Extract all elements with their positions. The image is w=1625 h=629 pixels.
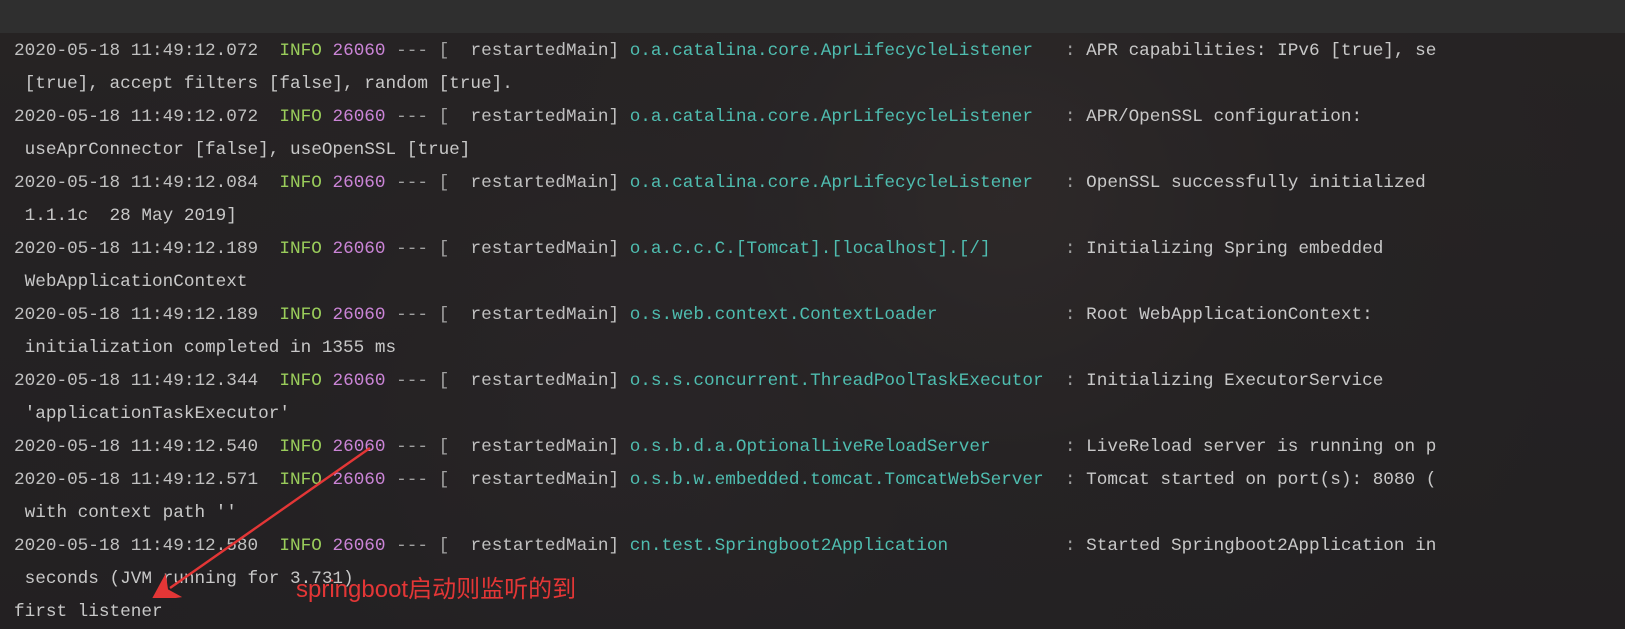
log-separator: --- [ <box>386 371 450 391</box>
log-logger: o.a.catalina.core.AprLifecycleListener <box>630 41 1065 61</box>
log-level: INFO <box>279 239 321 259</box>
log-separator: --- [ <box>386 437 450 457</box>
log-line-continuation: 1.1.1c 28 May 2019] <box>14 200 1625 233</box>
log-message: Initializing ExecutorService <box>1086 371 1383 391</box>
log-thread: restartedMain] <box>449 470 629 490</box>
log-level: INFO <box>279 41 321 61</box>
log-pid: 26060 <box>332 305 385 325</box>
log-timestamp: 2020-05-18 11:49:12.344 <box>14 371 258 391</box>
log-separator: --- [ <box>386 107 450 127</box>
log-pid: 26060 <box>332 239 385 259</box>
log-separator: --- [ <box>386 536 450 556</box>
log-message: OpenSSL successfully initialized <box>1086 173 1426 193</box>
log-logger: o.s.b.w.embedded.tomcat.TomcatWebServer <box>630 470 1065 490</box>
log-message: LiveReload server is running on p <box>1086 437 1436 457</box>
log-line-continuation: initialization completed in 1355 ms <box>14 332 1625 365</box>
log-timestamp: 2020-05-18 11:49:12.580 <box>14 536 258 556</box>
log-level: INFO <box>279 371 321 391</box>
log-line: 2020-05-18 11:49:12.540 INFO 26060 --- [… <box>14 431 1625 464</box>
log-timestamp: 2020-05-18 11:49:12.189 <box>14 239 258 259</box>
log-line-continuation: 'applicationTaskExecutor' <box>14 398 1625 431</box>
log-message: APR capabilities: IPv6 [true], se <box>1086 41 1436 61</box>
log-logger: o.s.web.context.ContextLoader <box>630 305 1065 325</box>
log-message: Root WebApplicationContext: <box>1086 305 1373 325</box>
log-separator: --- [ <box>386 41 450 61</box>
log-colon: : <box>1065 470 1086 490</box>
log-timestamp: 2020-05-18 11:49:12.072 <box>14 107 258 127</box>
log-thread: restartedMain] <box>449 41 629 61</box>
log-line-continuation: with context path '' <box>14 497 1625 530</box>
log-pid: 26060 <box>332 107 385 127</box>
log-thread: restartedMain] <box>449 107 629 127</box>
log-message: APR/OpenSSL configuration: <box>1086 107 1362 127</box>
log-line: 2020-05-18 11:49:12.580 INFO 26060 --- [… <box>14 530 1625 563</box>
log-line: 2020-05-18 11:49:12.344 INFO 26060 --- [… <box>14 365 1625 398</box>
log-logger: o.s.s.concurrent.ThreadPoolTaskExecutor <box>630 371 1065 391</box>
log-message: Initializing Spring embedded <box>1086 239 1383 259</box>
log-line-continuation: seconds (JVM running for 3.731) <box>14 563 1625 596</box>
log-level: INFO <box>279 437 321 457</box>
log-separator: --- [ <box>386 470 450 490</box>
log-pid: 26060 <box>332 536 385 556</box>
log-line: 2020-05-18 11:49:12.189 INFO 26060 --- [… <box>14 299 1625 332</box>
log-line: 2020-05-18 11:49:12.571 INFO 26060 --- [… <box>14 464 1625 497</box>
log-pid: 26060 <box>332 173 385 193</box>
log-line-continuation: useAprConnector [false], useOpenSSL [tru… <box>14 134 1625 167</box>
log-message: Tomcat started on port(s): 8080 ( <box>1086 470 1436 490</box>
log-colon: : <box>1065 371 1086 391</box>
annotation-text: springboot启动则监听的到 <box>296 573 576 606</box>
log-line: 2020-05-18 11:49:12.189 INFO 26060 --- [… <box>14 233 1625 266</box>
log-thread: restartedMain] <box>449 239 629 259</box>
log-logger: cn.test.Springboot2Application <box>630 536 1065 556</box>
log-thread: restartedMain] <box>449 437 629 457</box>
log-logger: o.a.c.c.C.[Tomcat].[localhost].[/] <box>630 239 1065 259</box>
log-separator: --- [ <box>386 239 450 259</box>
log-pid: 26060 <box>332 470 385 490</box>
log-line-continuation: WebApplicationContext <box>14 266 1625 299</box>
log-separator: --- [ <box>386 305 450 325</box>
log-pid: 26060 <box>332 371 385 391</box>
log-colon: : <box>1065 41 1086 61</box>
log-timestamp: 2020-05-18 11:49:12.072 <box>14 41 258 61</box>
log-pid: 26060 <box>332 41 385 61</box>
log-thread: restartedMain] <box>449 173 629 193</box>
log-logger: o.a.catalina.core.AprLifecycleListener <box>630 173 1065 193</box>
console-log-output[interactable]: 2020-05-18 11:49:12.072 INFO 26060 --- [… <box>14 35 1625 629</box>
log-timestamp: 2020-05-18 11:49:12.571 <box>14 470 258 490</box>
log-timestamp: 2020-05-18 11:49:12.189 <box>14 305 258 325</box>
log-pid: 26060 <box>332 437 385 457</box>
log-thread: restartedMain] <box>449 305 629 325</box>
log-thread: restartedMain] <box>449 371 629 391</box>
log-message: Started Springboot2Application in <box>1086 536 1436 556</box>
log-line: 2020-05-18 11:49:12.072 INFO 26060 --- [… <box>14 101 1625 134</box>
log-line-continuation: [true], accept filters [false], random [… <box>14 68 1625 101</box>
log-logger: o.s.b.d.a.OptionalLiveReloadServer <box>630 437 1065 457</box>
log-colon: : <box>1065 536 1086 556</box>
log-colon: : <box>1065 437 1086 457</box>
log-level: INFO <box>279 470 321 490</box>
log-level: INFO <box>279 305 321 325</box>
log-level: INFO <box>279 173 321 193</box>
stdout-line: first listener <box>14 596 1625 629</box>
log-line: 2020-05-18 11:49:12.072 INFO 26060 --- [… <box>14 35 1625 68</box>
log-colon: : <box>1065 305 1086 325</box>
log-logger: o.a.catalina.core.AprLifecycleListener <box>630 107 1065 127</box>
log-level: INFO <box>279 536 321 556</box>
log-colon: : <box>1065 239 1086 259</box>
log-line: 2020-05-18 11:49:12.084 INFO 26060 --- [… <box>14 167 1625 200</box>
log-colon: : <box>1065 107 1086 127</box>
log-timestamp: 2020-05-18 11:49:12.084 <box>14 173 258 193</box>
log-thread: restartedMain] <box>449 536 629 556</box>
log-timestamp: 2020-05-18 11:49:12.540 <box>14 437 258 457</box>
log-level: INFO <box>279 107 321 127</box>
log-colon: : <box>1065 173 1086 193</box>
log-separator: --- [ <box>386 173 450 193</box>
